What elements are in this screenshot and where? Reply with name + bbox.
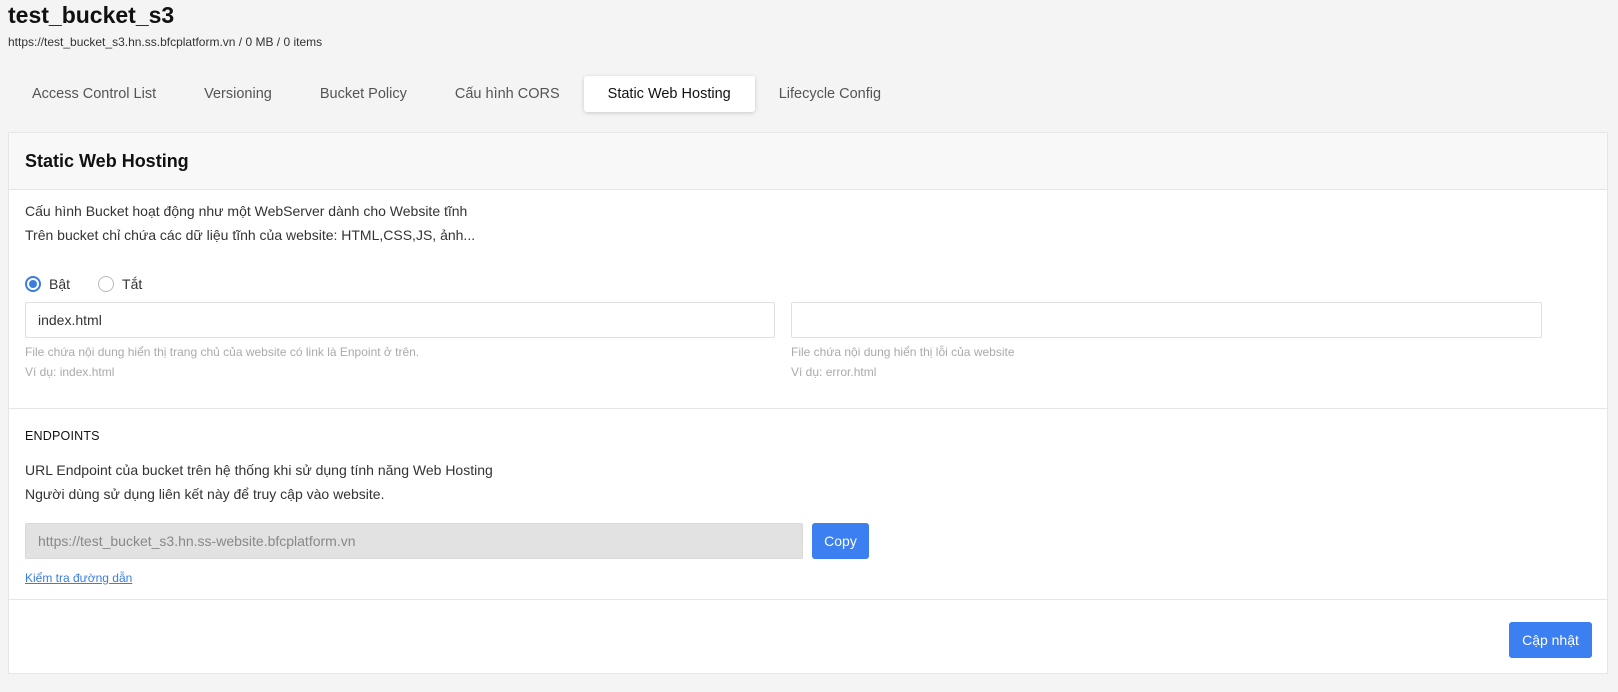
- tab-bar: Access Control List Versioning Bucket Po…: [8, 76, 905, 112]
- tab-lifecycle-config[interactable]: Lifecycle Config: [755, 76, 905, 112]
- hosting-description-line1: Cấu hình Bucket hoạt động như một WebSer…: [25, 203, 468, 219]
- check-link[interactable]: Kiểm tra đường dẫn: [25, 571, 132, 585]
- tab-bucket-policy[interactable]: Bucket Policy: [296, 76, 431, 112]
- endpoints-description-line1: URL Endpoint của bucket trên hệ thống kh…: [25, 462, 493, 478]
- index-document-example: Ví dụ: index.html: [25, 365, 115, 379]
- radio-checked-icon: [25, 276, 41, 292]
- panel-title: Static Web Hosting: [9, 133, 1607, 190]
- index-document-input[interactable]: [25, 302, 775, 338]
- error-document-input[interactable]: [791, 302, 1542, 338]
- tab-cors-config[interactable]: Cấu hình CORS: [431, 76, 584, 112]
- tab-static-web-hosting[interactable]: Static Web Hosting: [583, 76, 755, 112]
- bucket-title: test_bucket_s3: [8, 2, 175, 28]
- tab-versioning[interactable]: Versioning: [180, 76, 296, 112]
- radio-unchecked-icon: [98, 276, 115, 292]
- copy-button[interactable]: Copy: [812, 523, 869, 559]
- hosting-toggle-group: Bật Tắt: [25, 276, 142, 292]
- endpoints-section: ENDPOINTS URL Endpoint của bucket trên h…: [9, 409, 1607, 600]
- hosting-description-line2: Trên bucket chỉ chứa các dữ liệu tĩnh củ…: [25, 227, 476, 243]
- endpoint-url-field[interactable]: [25, 523, 803, 559]
- update-button[interactable]: Cập nhật: [1509, 622, 1592, 658]
- error-document-example: Ví dụ: error.html: [791, 365, 877, 379]
- radio-enable-label: Bật: [49, 276, 71, 292]
- hosting-config-section: Cấu hình Bucket hoạt động như một WebSer…: [9, 190, 1607, 409]
- radio-enable[interactable]: Bật: [25, 276, 70, 292]
- radio-disable-label: Tắt: [122, 276, 143, 292]
- tab-access-control-list[interactable]: Access Control List: [8, 76, 180, 112]
- endpoints-description-line2: Người dùng sử dụng liên kết này để truy …: [25, 486, 385, 502]
- endpoints-heading: ENDPOINTS: [25, 429, 100, 443]
- bucket-info: https://test_bucket_s3.hn.ss.bfcplatform…: [8, 35, 323, 49]
- error-document-hint: File chứa nội dung hiển thị lỗi của webs…: [791, 345, 1015, 359]
- index-document-hint: File chứa nội dung hiển thị trang chủ củ…: [25, 345, 420, 359]
- static-web-hosting-panel: Static Web Hosting Cấu hình Bucket hoạt …: [8, 132, 1608, 674]
- radio-disable[interactable]: Tắt: [98, 276, 142, 292]
